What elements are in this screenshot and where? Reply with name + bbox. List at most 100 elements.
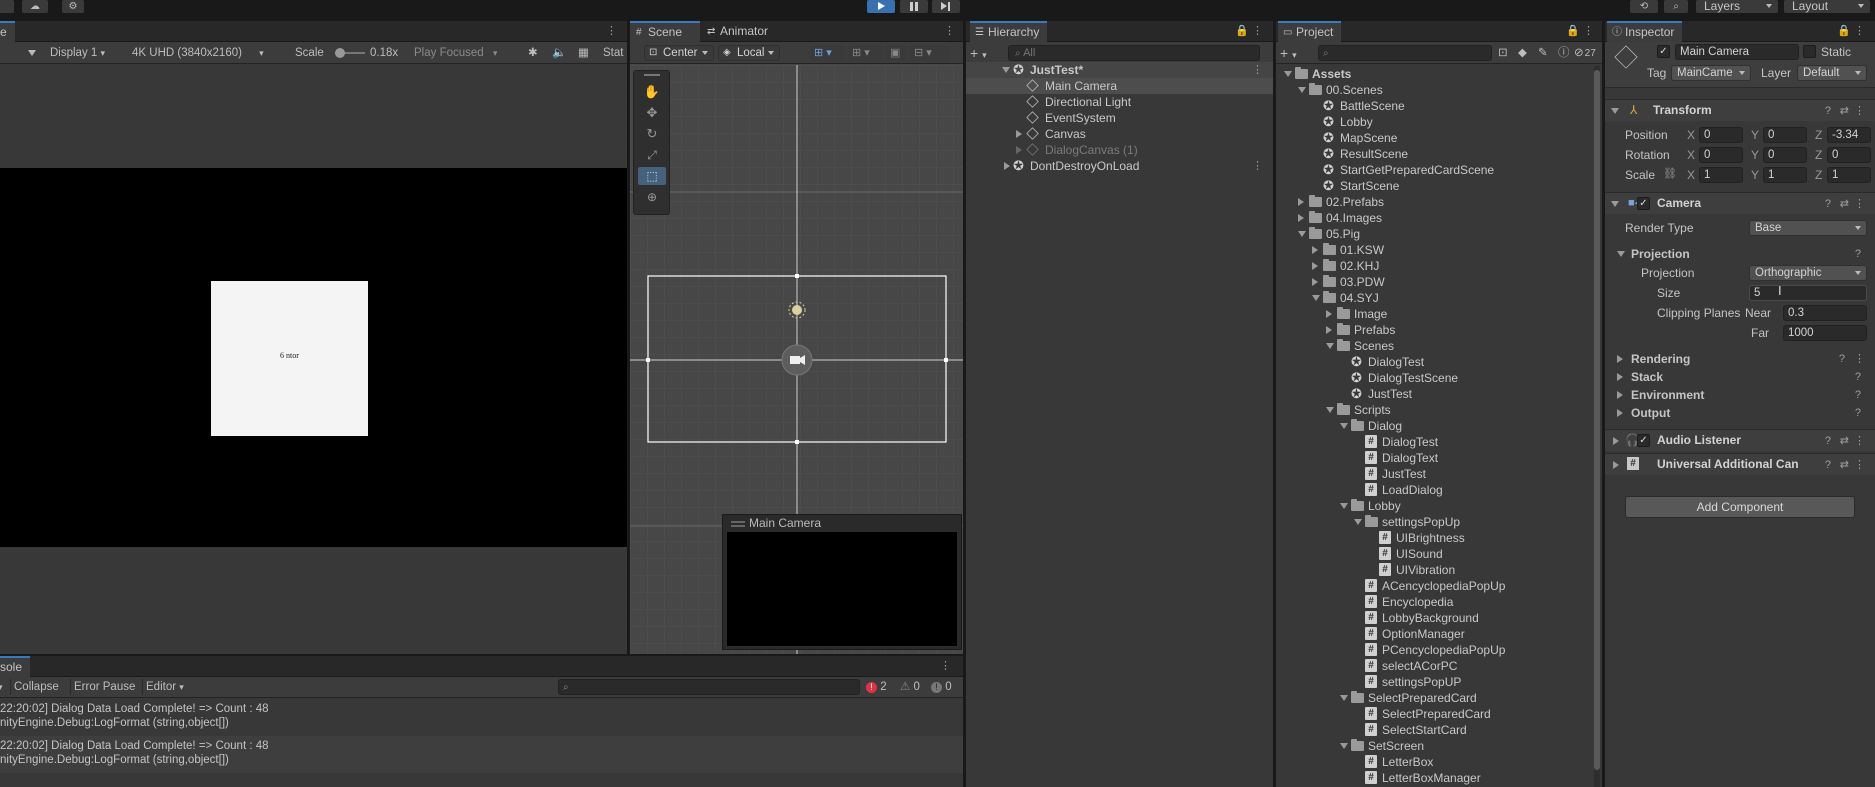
output-foldout[interactable]: Output — [1617, 405, 1670, 421]
console-search-input[interactable]: ⌕ — [558, 679, 860, 695]
camera-enabled-checkbox[interactable]: ✓ — [1637, 197, 1650, 210]
project-folder-item[interactable]: 02.Prefabs — [1276, 194, 1592, 210]
project-folder-item[interactable]: Prefabs — [1276, 322, 1592, 338]
expand-arrow[interactable] — [1326, 326, 1332, 334]
project-scene-item[interactable]: ✪ StartGetPreparedCardScene — [1276, 162, 1592, 178]
project-scene-item[interactable]: ✪ MapScene — [1276, 130, 1592, 146]
expand-arrow[interactable] — [1004, 162, 1010, 170]
project-script-item[interactable]: # selectACorPC — [1276, 658, 1592, 674]
scale-slider[interactable] — [335, 48, 365, 58]
panel-menu-icon[interactable]: ⋮ — [1854, 24, 1865, 38]
project-script-item[interactable]: # Encyclopedia — [1276, 594, 1592, 610]
project-folder-item[interactable]: SelectPreparedCard — [1276, 690, 1592, 706]
size-input[interactable]: 5 — [1749, 285, 1867, 301]
project-folder-item[interactable]: Dialog — [1276, 418, 1592, 434]
tab-animator[interactable]: ⇄ Animator — [702, 21, 776, 42]
project-script-item[interactable]: # UIBrightness — [1276, 530, 1592, 546]
editor-dropdown[interactable]: Editor ▾ — [142, 679, 184, 695]
project-script-item[interactable]: # LoadDialog — [1276, 482, 1592, 498]
project-script-item[interactable]: # SelectStartCard — [1276, 722, 1592, 738]
console-log-entry[interactable]: 22:20:02] Dialog Data Load Complete! => … — [0, 736, 963, 773]
render-type-dropdown[interactable]: Base — [1749, 220, 1867, 236]
help-icon[interactable]: ? — [1825, 104, 1831, 118]
display-dropdown[interactable]: Display 1 ▾ — [50, 45, 105, 61]
info-count[interactable]: ! 0 — [931, 679, 952, 695]
component-menu-icon[interactable]: ⋮ — [1854, 197, 1865, 211]
expand-arrow[interactable] — [1312, 262, 1318, 270]
layer-dropdown[interactable]: Default — [1797, 65, 1867, 81]
help-icon[interactable]: ? — [1855, 370, 1861, 384]
panel-menu-icon[interactable]: ⋮ — [940, 659, 951, 673]
expand-arrow[interactable] — [1002, 67, 1010, 73]
projection-foldout[interactable]: Projection — [1617, 246, 1690, 262]
error-count[interactable]: ! 2 — [866, 679, 887, 695]
far-input[interactable]: 1000 — [1783, 325, 1867, 341]
rotation-y-input[interactable]: 0 — [1763, 147, 1807, 163]
rect-handle[interactable] — [944, 358, 948, 362]
warning-count[interactable]: ⚠ 0 — [900, 679, 920, 695]
project-folder-item[interactable]: Assets — [1276, 66, 1592, 82]
project-script-item[interactable]: # SelectPreparedCard — [1276, 706, 1592, 722]
step-button[interactable] — [932, 0, 960, 13]
panel-menu-icon[interactable]: ⋮ — [606, 24, 617, 38]
camera-gizmo-icon[interactable] — [781, 344, 813, 376]
expand-arrow[interactable] — [1340, 743, 1348, 749]
lock-icon[interactable]: 🔒 — [1837, 24, 1851, 38]
transform-tool-icon[interactable]: ⊕ — [638, 188, 666, 206]
search-by-label-icon[interactable]: ◆ — [1518, 45, 1527, 61]
rendering-foldout[interactable]: Rendering — [1617, 351, 1690, 367]
scene-visibility-button[interactable]: ⊟ ▾ — [910, 45, 950, 61]
position-z-input[interactable]: -3.34 — [1827, 127, 1871, 143]
rotation-x-input[interactable]: 0 — [1699, 147, 1743, 163]
project-search-input[interactable]: ⌕ — [1318, 45, 1492, 61]
row-menu-icon[interactable]: ⋮ — [1252, 159, 1263, 173]
project-folder-item[interactable]: 01.KSW — [1276, 242, 1592, 258]
row-menu-icon[interactable]: ⋮ — [1252, 63, 1263, 77]
create-asset-button[interactable]: + ▾ — [1280, 45, 1297, 61]
project-folder-item[interactable]: 00.Scenes — [1276, 82, 1592, 98]
project-folder-item[interactable]: 03.PDW — [1276, 274, 1592, 290]
expand-arrow[interactable] — [1326, 407, 1334, 413]
expand-arrow[interactable] — [1312, 246, 1318, 254]
environment-foldout[interactable]: Environment — [1617, 387, 1704, 403]
preset-icon[interactable]: ⇄ — [1840, 197, 1849, 211]
audio-listener-header[interactable]: 🎧 ✓ Audio Listener ? ⇄ ⋮ — [1605, 429, 1875, 451]
expand-arrow[interactable] — [1016, 146, 1022, 154]
project-folder-item[interactable]: 04.Images — [1276, 210, 1592, 226]
project-scene-item[interactable]: ✪ DialogTestScene — [1276, 370, 1592, 386]
favorite-icon[interactable]: ✎ — [1538, 45, 1548, 61]
project-folder-item[interactable]: 05.Pig — [1276, 226, 1592, 242]
expand-arrow[interactable] — [1326, 343, 1334, 349]
search-by-type-icon[interactable]: ⊡ — [1498, 45, 1508, 61]
scale-slider-handle[interactable] — [335, 48, 345, 58]
foldout-arrow[interactable] — [1611, 201, 1619, 207]
project-script-item[interactable]: # JustTest — [1276, 466, 1592, 482]
clear-dropdown[interactable]: ▾ — [0, 679, 3, 695]
camera-header[interactable]: ■◂ ✓ Camera ? ⇄ ⋮ — [1605, 192, 1875, 214]
layout-dropdown[interactable]: Layout — [1784, 0, 1870, 13]
account-dropdown[interactable] — [0, 0, 14, 13]
expand-arrow[interactable] — [1312, 295, 1320, 301]
component-menu-icon[interactable]: ⋮ — [1854, 352, 1865, 366]
move-tool-icon[interactable]: ✥ — [638, 104, 666, 122]
help-icon[interactable]: ? — [1825, 197, 1831, 211]
preset-icon[interactable]: ⇄ — [1840, 458, 1849, 472]
lock-icon[interactable]: 🔒 — [1566, 24, 1580, 38]
add-component-button[interactable]: Add Component — [1625, 496, 1855, 518]
help-icon[interactable]: ? — [1855, 388, 1861, 402]
project-script-item[interactable]: # ACencyclopediaPopUp — [1276, 578, 1592, 594]
rotation-z-input[interactable]: 0 — [1827, 147, 1871, 163]
preset-icon[interactable]: ⇄ — [1840, 434, 1849, 448]
expand-arrow[interactable] — [1354, 519, 1362, 525]
expand-arrow[interactable] — [1298, 198, 1304, 206]
project-script-item[interactable]: # DialogTest — [1276, 434, 1592, 450]
hidden-packages-icon[interactable]: ⊘27 — [1574, 45, 1596, 61]
scale-x-input[interactable]: 1 — [1699, 167, 1743, 183]
scrollbar-thumb[interactable] — [1594, 70, 1600, 770]
scale-tool-icon[interactable]: ⤢ — [638, 146, 666, 164]
project-scene-item[interactable]: ✪ Lobby — [1276, 114, 1592, 130]
grid-icon[interactable]: ▦ — [578, 45, 589, 61]
audio-listener-checkbox[interactable]: ✓ — [1637, 434, 1650, 447]
tag-dropdown[interactable]: MainCame — [1671, 65, 1751, 81]
help-icon[interactable]: ? — [1825, 434, 1831, 448]
